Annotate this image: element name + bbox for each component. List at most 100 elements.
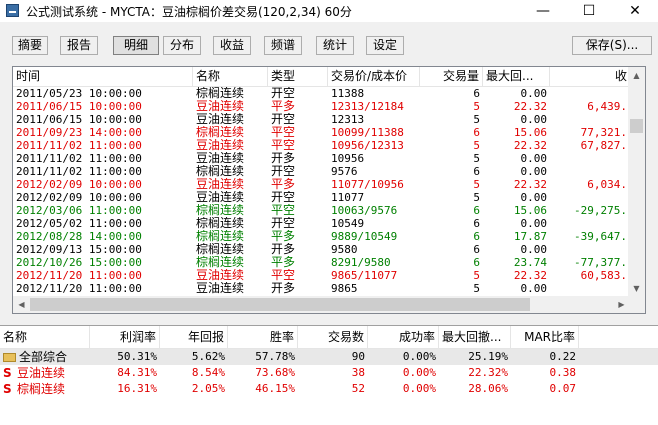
cell-name: 棕榈连续: [196, 87, 245, 100]
summary-col-trades[interactable]: 交易数: [298, 326, 368, 348]
table-row[interactable]: 2011/05/23 10:00:00 棕榈连续 开空 11388 6 0.00: [13, 87, 630, 100]
scroll-corner: [628, 296, 645, 313]
cell-price: 10956: [331, 152, 365, 165]
detail-table-header: 时间 名称 类型 交易价/成本价 交易量 最大回... 收: [13, 67, 645, 87]
table-row[interactable]: 2012/02/09 10:00:00 豆油连续 开空 11077 5 0.00: [13, 191, 630, 204]
cell-price: 11388: [331, 87, 365, 100]
vertical-scrollbar[interactable]: ▲ ▼: [628, 67, 645, 297]
table-row[interactable]: 2012/11/20 11:00:00 豆油连续 开多 9865 5 0.00: [13, 282, 630, 295]
cell-max-drawdown: 0.00: [520, 152, 548, 165]
summary-col-success-rate[interactable]: 成功率: [368, 326, 439, 348]
cell-price: 9576: [331, 165, 358, 178]
cell-time: 2012/09/13 15:00:00: [16, 243, 142, 256]
cell-qty: 6: [473, 204, 480, 217]
cell-qty: 5: [473, 178, 480, 191]
table-row[interactable]: 2011/09/23 14:00:00 棕榈连续 平空 10099/11388 6 15.…: [13, 126, 630, 139]
list-item[interactable]: 全部综合 50.31% 5.62% 57.78% 90 0.00% 25.19% 0.22: [0, 349, 658, 365]
cell-max-drawdown: 17.87: [513, 230, 547, 243]
cell-trades: 52: [351, 382, 365, 395]
cell-time: 2011/09/23 14:00:00: [16, 126, 142, 139]
table-row[interactable]: 2011/11/02 11:00:00 豆油连续 开多 10956 5 0.00: [13, 152, 630, 165]
col-header-qty[interactable]: 交易量: [420, 67, 483, 86]
tab-summary[interactable]: 摘要: [12, 36, 48, 55]
list-item[interactable]: S 棕榈连续 16.31% 2.05% 46.15% 52 0.00% 28.06% 0.07: [0, 381, 658, 397]
strategy-icon: S: [3, 366, 12, 380]
summary-col-annual-return[interactable]: 年回报: [160, 326, 228, 348]
table-row[interactable]: 2011/06/15 10:00:00 豆油连续 开空 12313 5 0.00: [13, 113, 630, 126]
cell-max-drawdown: 0.00: [520, 217, 548, 230]
cell-time: 2012/03/06 11:00:00: [16, 204, 142, 217]
scroll-left-icon[interactable]: ◀: [13, 296, 30, 313]
tab-distribution[interactable]: 分布: [163, 36, 201, 55]
cell-profit-rate: 84.31%: [117, 366, 157, 379]
cell-profit: [550, 217, 630, 230]
scroll-down-icon[interactable]: ▼: [628, 280, 645, 297]
strategy-icon: S: [3, 382, 12, 396]
tab-spectrum[interactable]: 频谱: [264, 36, 302, 55]
summary-col-profit-rate[interactable]: 利润率: [90, 326, 160, 348]
save-button[interactable]: 保存(S)...: [572, 36, 652, 55]
cell-max-drawdown: 22.32: [513, 269, 547, 282]
scroll-thumb[interactable]: [630, 119, 643, 133]
table-row[interactable]: 2012/05/02 11:00:00 棕榈连续 开空 10549 6 0.00: [13, 217, 630, 230]
cell-profit: [550, 243, 630, 256]
cell-type: 平多: [271, 256, 296, 269]
col-header-max-drawdown[interactable]: 最大回...: [483, 67, 550, 86]
cell-time: 2012/02/09 10:00:00: [16, 191, 142, 204]
cell-price: 8291/9580: [331, 256, 391, 269]
tab-detail[interactable]: 明细: [113, 36, 159, 55]
app-icon: [6, 4, 19, 17]
cell-qty: 6: [473, 217, 480, 230]
tab-report[interactable]: 报告: [60, 36, 98, 55]
cell-time: 2012/02/09 10:00:00: [16, 178, 142, 191]
cell-profit: -39,647.: [574, 230, 627, 243]
cell-profit: 60,583.: [580, 269, 627, 282]
cell-name: 全部综合: [0, 349, 90, 365]
table-row[interactable]: 2012/08/28 14:00:00 棕榈连续 平多 9889/10549 6 17.8…: [13, 230, 630, 243]
col-header-profit[interactable]: 收: [550, 67, 630, 86]
list-item[interactable]: S 豆油连续 84.31% 8.54% 73.68% 38 0.00% 22.32% 0.38: [0, 365, 658, 381]
minimize-button[interactable]: —: [520, 0, 566, 22]
close-button[interactable]: ✕: [612, 0, 658, 22]
scroll-up-icon[interactable]: ▲: [628, 67, 645, 84]
hscroll-thumb[interactable]: [30, 298, 530, 311]
horizontal-scrollbar[interactable]: ◀ ▶: [13, 296, 630, 313]
cell-qty: 6: [473, 126, 480, 139]
table-row[interactable]: 2012/10/26 15:00:00 棕榈连续 平多 8291/9580 6 23.74…: [13, 256, 630, 269]
tab-settings[interactable]: 设定: [366, 36, 404, 55]
table-row[interactable]: 2012/03/06 11:00:00 棕榈连续 平空 10063/9576 6 15.0…: [13, 204, 630, 217]
col-header-time[interactable]: 时间: [13, 67, 193, 86]
summary-col-name[interactable]: 名称: [0, 326, 90, 348]
cell-name: 豆油连续: [196, 282, 245, 295]
col-header-name[interactable]: 名称: [193, 67, 268, 86]
cell-price: 10063/9576: [331, 204, 398, 217]
tab-statistics[interactable]: 统计: [316, 36, 354, 55]
summary-table: 名称 利润率 年回报 胜率 交易数 成功率 最大回撤... MAR比率 全部综合…: [0, 325, 658, 425]
summary-col-mar[interactable]: MAR比率: [511, 326, 579, 348]
summary-col-win-rate[interactable]: 胜率: [228, 326, 298, 348]
cell-type: 平空: [271, 126, 296, 139]
col-header-type[interactable]: 类型: [268, 67, 328, 86]
cell-name: 棕榈连续: [196, 230, 245, 243]
table-row[interactable]: 2012/11/20 11:00:00 豆油连续 平空 9865/11077 5 22.3…: [13, 269, 630, 282]
cell-type: 开空: [271, 87, 296, 100]
trade-detail-table: 时间 名称 类型 交易价/成本价 交易量 最大回... 收 2011/05/23…: [12, 66, 646, 314]
cell-name: 棕榈连续: [196, 204, 245, 217]
table-row[interactable]: 2011/11/02 11:00:00 豆油连续 平空 10956/12313 5 22.…: [13, 139, 630, 152]
cell-time: 2012/11/20 11:00:00: [16, 282, 142, 295]
table-row[interactable]: 2012/09/13 15:00:00 棕榈连续 开多 9580 6 0.00: [13, 243, 630, 256]
cell-qty: 5: [473, 113, 480, 126]
maximize-button[interactable]: ☐: [566, 0, 612, 22]
tab-returns[interactable]: 收益: [213, 36, 251, 55]
cell-qty: 6: [473, 230, 480, 243]
col-header-price[interactable]: 交易价/成本价: [328, 67, 420, 86]
table-row[interactable]: 2011/11/02 11:00:00 棕榈连续 开空 9576 6 0.00: [13, 165, 630, 178]
table-row[interactable]: 2012/02/09 10:00:00 豆油连续 平多 11077/10956 5 22.…: [13, 178, 630, 191]
cell-profit: [550, 87, 630, 100]
summary-col-max-drawdown[interactable]: 最大回撤...: [439, 326, 511, 348]
cell-qty: 6: [473, 256, 480, 269]
cell-time: 2012/05/02 11:00:00: [16, 217, 142, 230]
table-row[interactable]: 2011/06/15 10:00:00 豆油连续 平多 12313/12184 5 22.…: [13, 100, 630, 113]
cell-trades: 90: [351, 350, 365, 363]
cell-max-drawdown: 0.00: [520, 282, 548, 295]
